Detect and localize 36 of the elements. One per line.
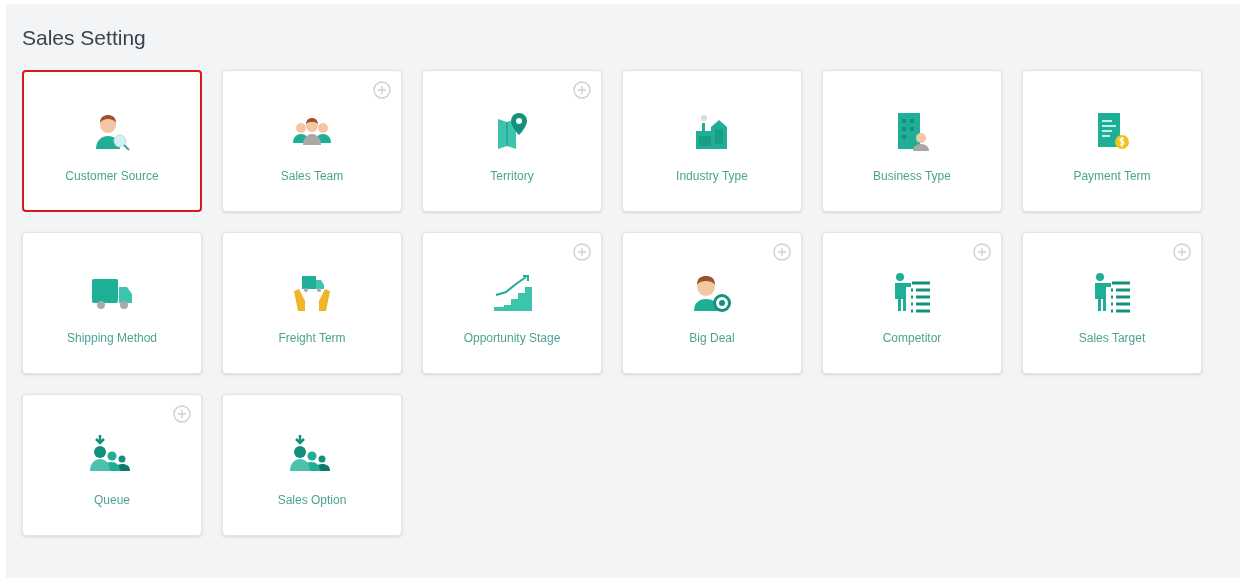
card-label: Freight Term bbox=[278, 331, 346, 345]
setting-card[interactable]: Business Type bbox=[822, 70, 1002, 212]
card-label: Sales Option bbox=[277, 493, 347, 507]
add-icon[interactable] bbox=[973, 243, 991, 261]
card-label: Payment Term bbox=[1073, 169, 1151, 183]
card-label: Opportunity Stage bbox=[463, 331, 561, 345]
setting-card[interactable]: Shipping Method bbox=[22, 232, 202, 374]
setting-card[interactable]: Competitor bbox=[822, 232, 1002, 374]
card-label: Territory bbox=[490, 169, 534, 183]
setting-card[interactable]: Industry Type bbox=[622, 70, 802, 212]
setting-card[interactable]: Territory bbox=[422, 70, 602, 212]
setting-card[interactable]: Customer Source bbox=[22, 70, 202, 212]
card-label: Business Type bbox=[873, 169, 951, 183]
card-label: Industry Type bbox=[676, 169, 748, 183]
setting-card[interactable]: Big Deal bbox=[622, 232, 802, 374]
card-label: Competitor bbox=[882, 331, 942, 345]
add-icon[interactable] bbox=[573, 81, 591, 99]
add-icon[interactable] bbox=[573, 243, 591, 261]
add-icon[interactable] bbox=[373, 81, 391, 99]
card-label: Sales Team bbox=[280, 169, 344, 183]
page-title: Sales Setting bbox=[22, 26, 147, 50]
setting-card[interactable]: Opportunity Stage bbox=[422, 232, 602, 374]
card-label: Big Deal bbox=[689, 331, 735, 345]
setting-card[interactable]: Queue bbox=[22, 394, 202, 536]
setting-card[interactable]: Sales Target bbox=[1022, 232, 1202, 374]
card-label: Queue bbox=[94, 493, 130, 507]
setting-card[interactable]: Sales Team bbox=[222, 70, 402, 212]
add-icon[interactable] bbox=[173, 405, 191, 423]
card-label: Sales Target bbox=[1078, 331, 1146, 345]
add-icon[interactable] bbox=[773, 243, 791, 261]
setting-card[interactable]: Sales Option bbox=[222, 394, 402, 536]
setting-card[interactable]: Freight Term bbox=[222, 232, 402, 374]
card-label: Shipping Method bbox=[66, 331, 158, 345]
add-icon[interactable] bbox=[1173, 243, 1191, 261]
card-label: Customer Source bbox=[65, 169, 159, 183]
setting-card[interactable]: Payment Term bbox=[1022, 70, 1202, 212]
